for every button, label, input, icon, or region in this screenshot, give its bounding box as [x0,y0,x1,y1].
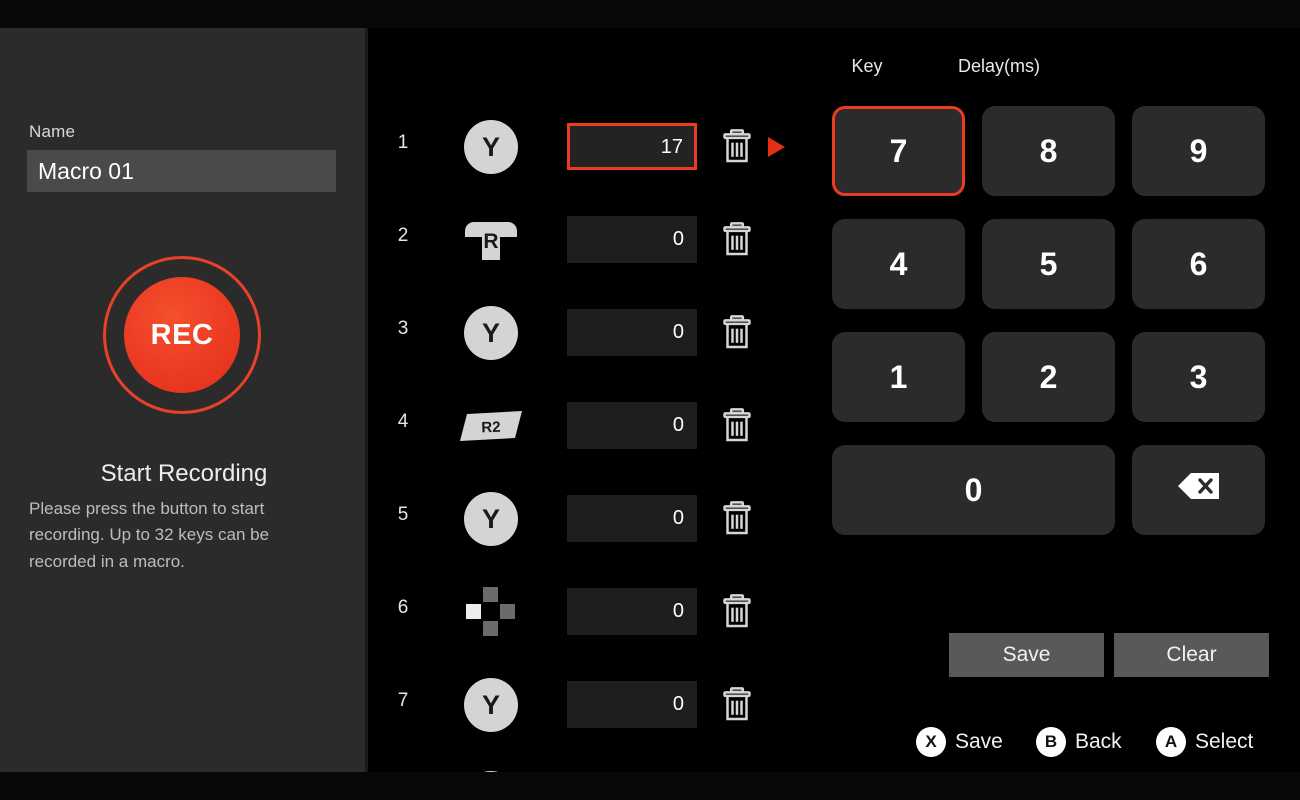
hint-label: Back [1075,730,1122,753]
numpad-key-8[interactable]: 8 [982,106,1115,196]
gamepad-y-button-icon: Y [464,120,518,174]
row-key-cell[interactable] [458,579,524,645]
backspace-icon [1177,471,1221,509]
xbox-x-button-icon: X [916,727,946,757]
numpad-key-7[interactable]: 7 [832,106,965,196]
delay-input[interactable]: 0 [567,681,697,728]
trash-icon[interactable] [717,591,757,631]
row-key-cell[interactable]: R2 [458,393,524,459]
shoulder-r-button-icon: R [462,217,520,263]
table-row[interactable]: 8Y0 [371,751,801,772]
numpad-key-5[interactable]: 5 [982,219,1115,309]
gamepad-y-button-icon: Y [464,678,518,732]
row-index: 3 [397,318,409,339]
trash-icon[interactable] [717,684,757,724]
main-panel: Key Delay(ms) 1Y172R03Y04R205Y0607Y08Y0 … [371,28,1300,772]
hint-label: Select [1195,730,1254,753]
table-row[interactable]: 4 R2 0 [371,379,801,472]
trash-icon[interactable] [717,405,757,445]
save-button[interactable]: Save [949,633,1104,677]
delay-input[interactable]: 0 [567,495,697,542]
hint-select[interactable]: A Select [1156,722,1253,762]
row-key-cell[interactable]: Y [458,300,524,366]
macro-name-input[interactable] [27,150,336,192]
row-key-cell[interactable]: Y [458,486,524,552]
row-key-cell[interactable]: Y [458,672,524,738]
row-index: 4 [397,411,409,432]
hint-back[interactable]: B Back [1036,722,1122,762]
trash-icon[interactable] [717,312,757,352]
numpad-key-6[interactable]: 6 [1132,219,1265,309]
trash-icon[interactable] [717,498,757,538]
gamepad-y-button-icon: Y [464,492,518,546]
hint-label: Save [955,730,1003,753]
delay-input[interactable]: 17 [567,123,697,170]
row-key-cell[interactable]: Y [458,114,524,180]
table-row[interactable]: 2 R 0 [371,193,801,286]
delay-input[interactable]: 0 [567,402,697,449]
column-header-key: Key [851,56,883,76]
record-button[interactable]: REC [124,277,240,393]
sidebar-panel: Name REC Start Recording Please press th… [0,28,368,772]
svg-text:R2: R2 [481,419,501,437]
xbox-b-button-icon: B [1036,727,1066,757]
row-index: 7 [397,690,409,711]
row-index: 5 [397,504,409,525]
table-row[interactable]: 3 Y 0 [371,286,801,379]
numpad-key-4[interactable]: 4 [832,219,965,309]
controller-hint-bar: X Save B Back A Select [916,722,1296,762]
row-key-cell[interactable]: Y [458,765,524,772]
table-row[interactable]: 5 Y 0 [371,472,801,565]
dpad-left-icon [466,587,516,637]
trash-icon[interactable] [717,219,757,259]
delay-input[interactable]: 0 [567,216,697,263]
row-index: 2 [397,225,409,246]
play-caret-icon [765,136,787,158]
clear-button[interactable]: Clear [1114,633,1269,677]
letterbox-top-bar [0,0,1300,28]
macro-editor-screen: Name REC Start Recording Please press th… [0,0,1300,800]
xbox-a-button-icon: A [1156,727,1186,757]
numeric-keypad: 789 456 1230 [832,106,1272,576]
name-label: Name [29,122,76,141]
numpad-key-9[interactable]: 9 [1132,106,1265,196]
numpad-backspace-button[interactable] [1132,445,1265,535]
table-row[interactable]: 1 Y 17 [371,100,801,193]
delay-input[interactable]: 0 [567,588,697,635]
column-header-delay: Delay(ms) [957,56,1040,76]
recording-description: Please press the button to start recordi… [29,499,270,571]
recording-title: Start Recording [100,460,268,487]
table-row[interactable]: 7 Y 0 [371,658,801,751]
letterbox-bottom-bar [0,772,1300,800]
record-button-wrap: REC [103,256,261,414]
gamepad-y-button-icon: Y [464,306,518,360]
table-row[interactable]: 60 [371,565,801,658]
hint-save[interactable]: X Save [916,722,1003,762]
numpad-key-2[interactable]: 2 [982,332,1115,422]
app-stage: Name REC Start Recording Please press th… [0,28,1300,772]
action-button-row: Save Clear [949,633,1274,677]
delay-input[interactable]: 0 [567,309,697,356]
row-key-cell[interactable]: R [458,207,524,273]
row-index: 6 [397,597,409,618]
row-index: 1 [397,132,409,153]
trash-icon[interactable] [717,126,757,166]
macro-key-list[interactable]: 1Y172R03Y04R205Y0607Y08Y0 [371,100,801,772]
svg-text:R: R [483,230,498,253]
numpad-key-0[interactable]: 0 [832,445,1115,535]
numpad-key-3[interactable]: 3 [1132,332,1265,422]
trigger-r2-button-icon: R2 [460,411,522,441]
numpad-key-1[interactable]: 1 [832,332,965,422]
